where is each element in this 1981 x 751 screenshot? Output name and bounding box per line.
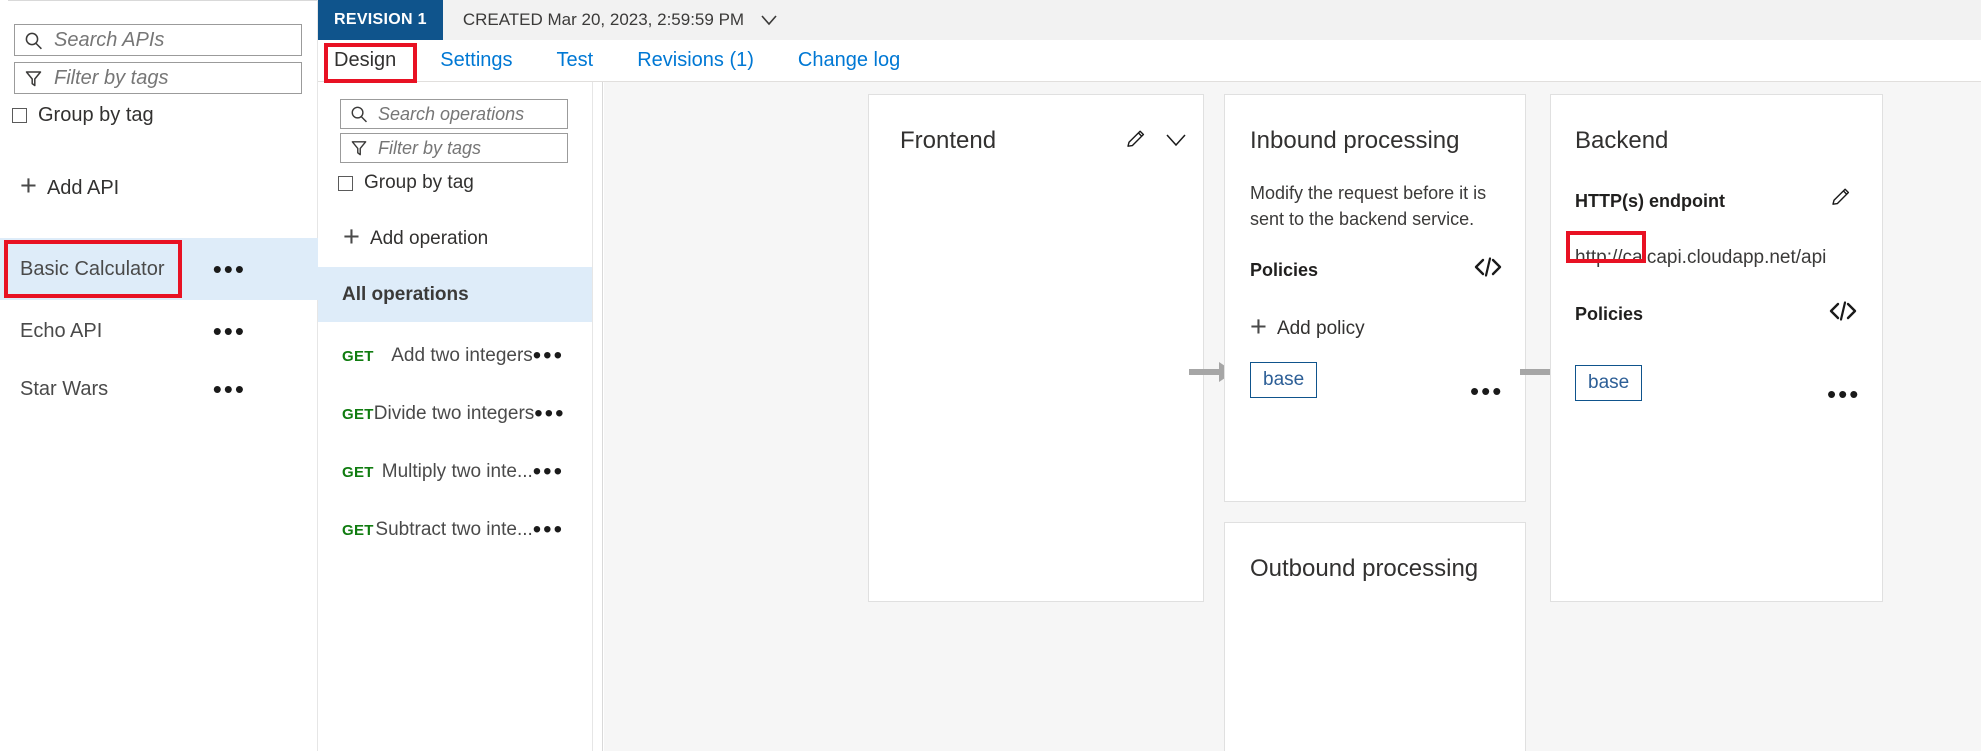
backend-card[interactable]: Backend HTTP(s) endpoint http://calcapi.… bbox=[1550, 94, 1883, 602]
operations-group-by-tag-row[interactable]: Group by tag bbox=[338, 172, 474, 194]
operation-row-add-two-integers[interactable]: GET Add two integers ••• bbox=[318, 327, 592, 385]
outbound-title: Outbound processing bbox=[1250, 555, 1479, 582]
search-apis-input[interactable]: Search APIs bbox=[14, 24, 302, 56]
operation-name-label: Multiply two inte... bbox=[381, 461, 533, 482]
sidebar-item-basic-calculator[interactable]: Basic Calculator ••• bbox=[0, 238, 318, 300]
all-operations-item[interactable]: All operations bbox=[318, 267, 592, 322]
azure-api-management-design-screen: Search APIs Filter by tags Group by tag … bbox=[0, 0, 1981, 751]
operation-name-label: Subtract two inte... bbox=[375, 519, 533, 540]
api-overflow-menu[interactable]: ••• bbox=[213, 376, 246, 402]
http-method-label: GET bbox=[342, 463, 374, 481]
search-apis-placeholder: Search APIs bbox=[54, 28, 165, 51]
outbound-processing-card[interactable]: Outbound processing bbox=[1224, 522, 1526, 751]
code-brackets-icon[interactable] bbox=[1474, 255, 1502, 284]
api-overflow-menu[interactable]: ••• bbox=[213, 256, 246, 282]
backend-url-host-path: calcapi.cloudapp.net/api bbox=[1622, 247, 1827, 268]
search-operations-placeholder: Search operations bbox=[378, 103, 525, 124]
plus-icon: + bbox=[1250, 311, 1267, 343]
filter-icon bbox=[351, 141, 367, 156]
operation-overflow-menu[interactable]: ••• bbox=[533, 344, 564, 368]
operation-overflow-menu[interactable]: ••• bbox=[534, 402, 565, 426]
tab-revisions[interactable]: Revisions (1) bbox=[635, 45, 756, 76]
sidebar-top-divider bbox=[8, 0, 317, 1]
operations-panel: Search operations Filter by tags Group b… bbox=[318, 82, 593, 751]
inbound-policies-label: Policies bbox=[1250, 260, 1319, 280]
api-overflow-menu[interactable]: ••• bbox=[213, 318, 246, 344]
revision-badge: REVISION 1 bbox=[318, 0, 443, 40]
pencil-icon[interactable] bbox=[1124, 127, 1148, 156]
api-name-label: Star Wars bbox=[20, 377, 109, 400]
tab-settings[interactable]: Settings bbox=[438, 45, 514, 76]
tab-change-log[interactable]: Change log bbox=[796, 45, 902, 76]
inbound-title: Inbound processing bbox=[1250, 127, 1460, 154]
operation-row-subtract-two-integers[interactable]: GET Subtract two inte... ••• bbox=[318, 501, 592, 559]
revision-created-text: CREATED Mar 20, 2023, 2:59:59 PM bbox=[462, 10, 745, 29]
api-list-sidebar: Search APIs Filter by tags Group by tag … bbox=[0, 0, 318, 751]
code-brackets-icon[interactable] bbox=[1829, 299, 1857, 328]
plus-icon: + bbox=[343, 221, 360, 253]
add-operation-button[interactable]: + Add operation bbox=[343, 221, 489, 253]
sidebar-item-star-wars[interactable]: Star Wars ••• bbox=[0, 358, 318, 420]
group-by-tag-label: Group by tag bbox=[38, 104, 154, 126]
operations-group-by-tag-checkbox[interactable] bbox=[338, 175, 353, 191]
operation-name-label: Add two integers bbox=[391, 345, 533, 366]
api-detail-main: REVISION 1 CREATED Mar 20, 2023, 2:59:59… bbox=[318, 0, 1981, 751]
operations-filter-by-tags-placeholder: Filter by tags bbox=[378, 137, 482, 158]
add-api-button[interactable]: + Add API bbox=[20, 170, 120, 202]
http-method-label: GET bbox=[342, 405, 374, 423]
add-api-label: Add API bbox=[46, 176, 120, 199]
add-operation-label: Add operation bbox=[369, 228, 489, 249]
frontend-card[interactable]: Frontend bbox=[868, 94, 1204, 602]
backend-url[interactable]: http://calcapi.cloudapp.net/api bbox=[1575, 247, 1826, 269]
tab-test[interactable]: Test bbox=[555, 45, 596, 76]
backend-endpoint-label: HTTP(s) endpoint bbox=[1575, 191, 1725, 211]
backend-url-scheme: http:// bbox=[1575, 247, 1623, 268]
filter-by-tags-placeholder: Filter by tags bbox=[54, 66, 169, 89]
api-tabs: Design Settings Test Revisions (1) Chang… bbox=[318, 40, 1981, 89]
tab-design[interactable]: Design bbox=[322, 45, 408, 89]
operations-filter-by-tags-input[interactable]: Filter by tags bbox=[340, 133, 568, 163]
pencil-icon[interactable] bbox=[1829, 185, 1853, 214]
backend-policies-label: Policies bbox=[1575, 304, 1644, 324]
inbound-policies-overflow-menu[interactable]: ••• bbox=[1470, 378, 1503, 404]
api-name-label: Basic Calculator bbox=[20, 257, 165, 280]
revision-bar: REVISION 1 CREATED Mar 20, 2023, 2:59:59… bbox=[318, 0, 1981, 40]
chevron-down-icon[interactable] bbox=[758, 9, 780, 31]
search-icon bbox=[25, 32, 42, 49]
http-method-label: GET bbox=[342, 521, 374, 539]
filter-icon bbox=[25, 70, 42, 86]
operation-name-label: Divide two integers bbox=[373, 403, 535, 424]
backend-base-policy-button[interactable]: base bbox=[1575, 365, 1643, 401]
frontend-title: Frontend bbox=[900, 127, 997, 154]
api-name-label: Echo API bbox=[20, 319, 103, 342]
chevron-down-icon[interactable] bbox=[1163, 129, 1189, 156]
plus-icon: + bbox=[20, 170, 37, 202]
filter-by-tags-input[interactable]: Filter by tags bbox=[14, 62, 302, 94]
sidebar-item-echo-api[interactable]: Echo API ••• bbox=[0, 300, 318, 362]
operations-canvas-divider bbox=[593, 82, 603, 751]
add-policy-label: Add policy bbox=[1276, 318, 1365, 339]
inbound-processing-card[interactable]: Inbound processing Modify the request be… bbox=[1224, 94, 1526, 502]
policy-flow-canvas: Frontend Inbound processing Modify the r… bbox=[604, 82, 1981, 751]
operation-row-multiply-two-integers[interactable]: GET Multiply two inte... ••• bbox=[318, 443, 592, 501]
group-by-tag-checkbox[interactable] bbox=[12, 108, 27, 123]
inbound-base-policy-button[interactable]: base bbox=[1250, 362, 1318, 398]
search-operations-input[interactable]: Search operations bbox=[340, 99, 568, 129]
operations-group-by-tag-label: Group by tag bbox=[364, 172, 474, 193]
add-policy-button[interactable]: + Add policy bbox=[1250, 311, 1365, 343]
backend-title: Backend bbox=[1575, 127, 1669, 154]
operation-row-divide-two-integers[interactable]: GET Divide two integers ••• bbox=[318, 385, 592, 443]
http-method-label: GET bbox=[342, 347, 374, 365]
backend-policies-overflow-menu[interactable]: ••• bbox=[1827, 381, 1860, 407]
operation-overflow-menu[interactable]: ••• bbox=[533, 460, 564, 484]
search-icon bbox=[351, 106, 367, 123]
group-by-tag-checkbox-row[interactable]: Group by tag bbox=[12, 104, 154, 127]
inbound-description: Modify the request before it is sent to … bbox=[1250, 183, 1487, 230]
operation-overflow-menu[interactable]: ••• bbox=[533, 518, 564, 542]
